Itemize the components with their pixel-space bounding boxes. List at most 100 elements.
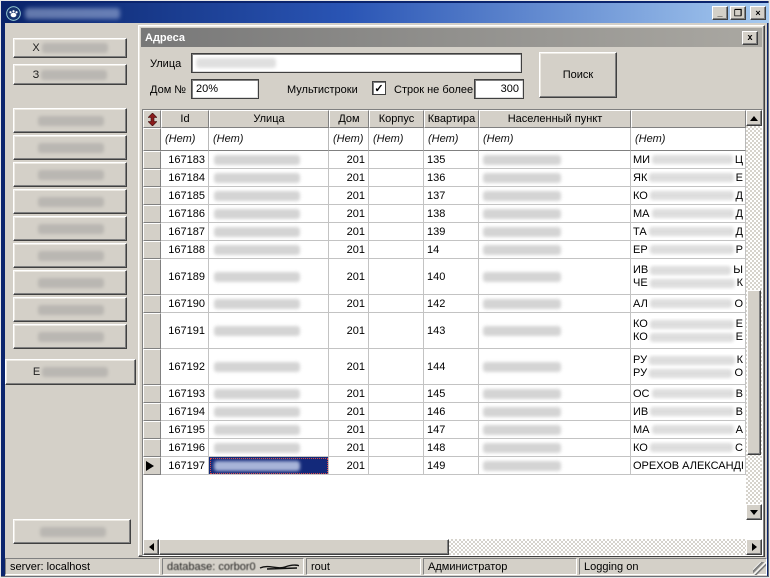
cell-house[interactable]: 201 [329,457,369,475]
cell-flat[interactable]: 149 [424,457,479,475]
cell-house[interactable]: 201 [329,421,369,439]
cell-id[interactable]: 167194 [161,403,209,421]
horizontal-scroll-track[interactable] [159,539,746,555]
cell-settlement[interactable] [479,259,631,295]
sidebar-button[interactable] [13,297,127,322]
table-row[interactable]: 167191 201 143 КОЕКОЕ [143,313,762,349]
cell-street[interactable] [209,295,329,313]
cell-flat[interactable]: 143 [424,313,479,349]
search-button[interactable]: Поиск [539,52,617,98]
cell-building[interactable] [369,241,424,259]
cell-street[interactable] [209,259,329,295]
cell-settlement[interactable] [479,205,631,223]
row-indicator-cell[interactable] [143,259,161,295]
cell-street[interactable] [209,421,329,439]
cell-name[interactable]: ЕРР [631,241,746,259]
sidebar-button[interactable] [13,270,127,295]
cell-street[interactable] [209,205,329,223]
scroll-up-button[interactable] [746,110,762,126]
close-button[interactable]: × [750,6,766,20]
maxrows-input[interactable]: 300 [474,79,524,99]
sidebar-button[interactable]: Е [5,359,136,385]
cell-flat[interactable]: 135 [424,151,479,169]
cell-settlement[interactable] [479,457,631,475]
cell-id[interactable]: 167183 [161,151,209,169]
cell-building[interactable] [369,205,424,223]
grid-column-header[interactable]: Корпус [369,110,424,128]
cell-flat[interactable]: 139 [424,223,479,241]
table-row[interactable]: 167186201138МАД [143,205,762,223]
cell-name[interactable]: МАД [631,205,746,223]
cell-settlement[interactable] [479,439,631,457]
cell-name[interactable]: КОС [631,439,746,457]
grid-filter-cell[interactable]: (Нет) [479,128,631,151]
cell-name[interactable]: ИВВ [631,403,746,421]
grid-column-header[interactable]: Дом [329,110,369,128]
table-row[interactable]: 16718820114ЕРР [143,241,762,259]
house-input[interactable]: 20% [191,79,259,99]
sidebar-button[interactable] [13,324,127,349]
minimize-button[interactable]: _ [712,6,728,20]
grid-column-header[interactable]: Id [161,110,209,128]
scroll-left-button[interactable] [143,539,159,555]
cell-id[interactable]: 167195 [161,421,209,439]
grid-filter-cell[interactable]: (Нет) [161,128,209,151]
cell-building[interactable] [369,349,424,385]
cell-settlement[interactable] [479,151,631,169]
cell-name[interactable]: КОЕКОЕ [631,313,746,349]
table-row[interactable]: 167196201148КОС [143,439,762,457]
row-indicator-cell[interactable] [143,313,161,349]
table-row[interactable]: 167194201146ИВВ [143,403,762,421]
cell-flat[interactable]: 147 [424,421,479,439]
cell-settlement[interactable] [479,385,631,403]
cell-id[interactable]: 167191 [161,313,209,349]
sidebar-button[interactable]: З [13,64,127,85]
cell-flat[interactable]: 148 [424,439,479,457]
cell-house[interactable]: 201 [329,259,369,295]
cell-settlement[interactable] [479,403,631,421]
cell-street[interactable] [209,151,329,169]
cell-house[interactable]: 201 [329,313,369,349]
cell-flat[interactable]: 142 [424,295,479,313]
cell-name[interactable]: ИВЫЧЕК [631,259,746,295]
sidebar-button[interactable] [13,243,127,268]
cell-name[interactable]: КОД [631,187,746,205]
resize-grip[interactable] [753,562,766,575]
cell-id[interactable]: 167192 [161,349,209,385]
cell-building[interactable] [369,187,424,205]
cell-street[interactable] [209,349,329,385]
cell-settlement[interactable] [479,295,631,313]
grid-filter-cell[interactable]: (Нет) [329,128,369,151]
cell-building[interactable] [369,259,424,295]
table-row[interactable]: 167185201137КОД [143,187,762,205]
row-indicator-cell[interactable] [143,187,161,205]
table-row[interactable]: 167183201135МИЦ [143,151,762,169]
cell-id[interactable]: 167196 [161,439,209,457]
grid-filter-cell[interactable]: (Нет) [631,128,746,151]
row-indicator-cell[interactable] [143,349,161,385]
table-row[interactable]: 167189201140ИВЫЧЕК [143,259,762,295]
cell-name[interactable]: РУКРУО [631,349,746,385]
sidebar-button[interactable] [13,189,127,214]
cell-building[interactable] [369,439,424,457]
row-indicator-cell[interactable] [143,241,161,259]
cell-flat[interactable]: 146 [424,403,479,421]
cell-id[interactable]: 167187 [161,223,209,241]
row-indicator-cell[interactable] [143,457,161,475]
cell-street[interactable] [209,313,329,349]
cell-settlement[interactable] [479,241,631,259]
row-indicator-cell[interactable] [143,403,161,421]
row-indicator-cell[interactable] [143,439,161,457]
sidebar-button[interactable] [13,519,131,544]
scroll-right-button[interactable] [746,539,762,555]
table-row[interactable]: 167187201139ТАД [143,223,762,241]
vertical-scroll-thumb[interactable] [747,290,761,455]
cell-flat[interactable]: 145 [424,385,479,403]
sidebar-button[interactable] [13,162,127,187]
cell-street[interactable] [209,187,329,205]
cell-name[interactable]: МАА [631,421,746,439]
row-indicator-cell[interactable] [143,205,161,223]
cell-street[interactable] [209,403,329,421]
sidebar-button[interactable] [13,108,127,133]
cell-id[interactable]: 167189 [161,259,209,295]
